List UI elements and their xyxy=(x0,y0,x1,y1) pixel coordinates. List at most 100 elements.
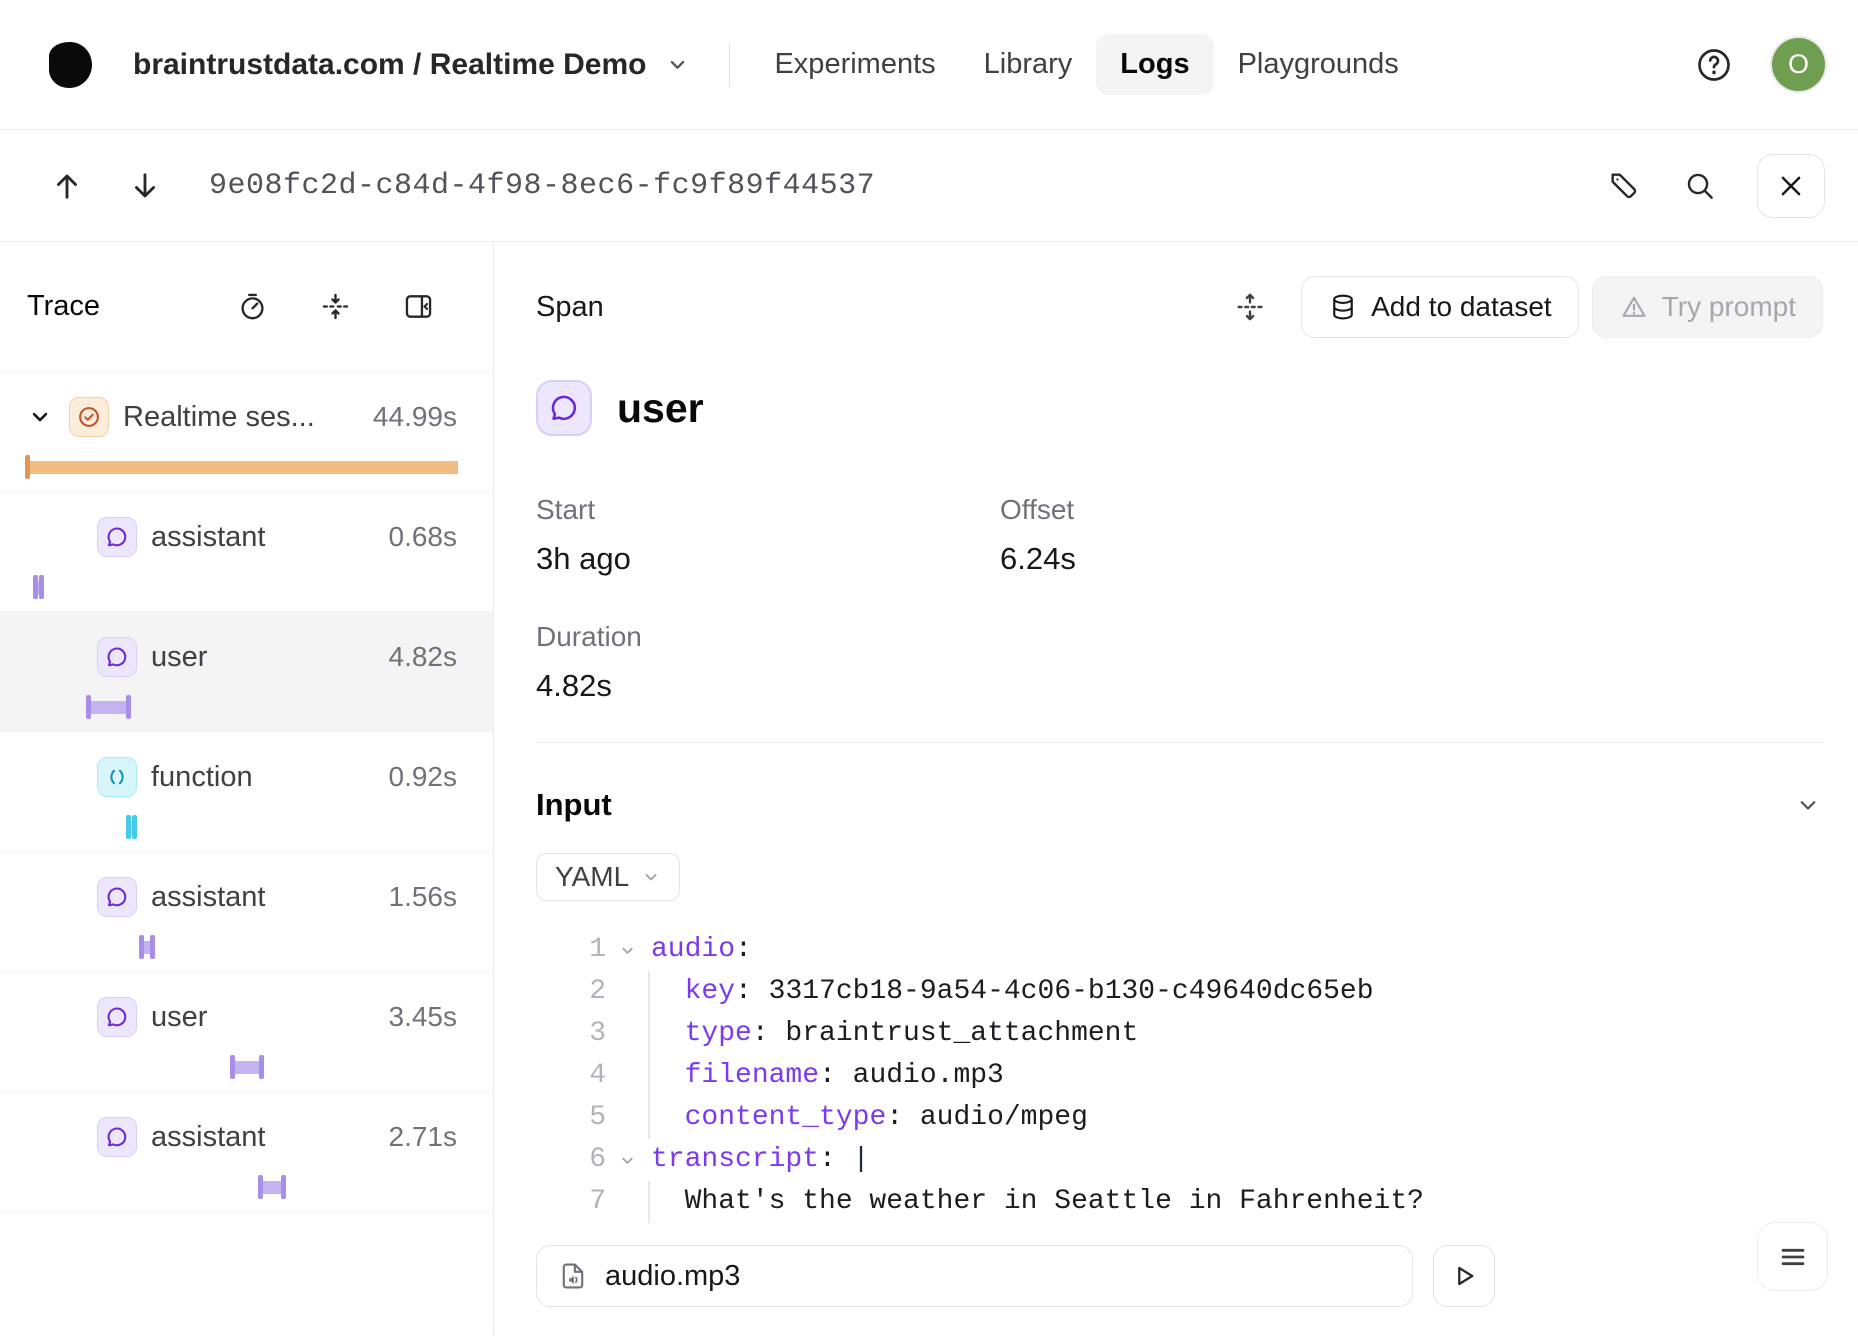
timing-toggle-button[interactable] xyxy=(235,290,269,324)
trace-toolbar: 9e08fc2d-c84d-4f98-8ec6-fc9f89f44537 xyxy=(0,130,1858,242)
line-number: 5 xyxy=(536,1097,606,1139)
panel-left-icon xyxy=(402,290,435,323)
code-text: What's the weather in Seattle in Fahrenh… xyxy=(648,1181,1424,1223)
timeline-bar xyxy=(25,455,458,479)
panel-layout-button[interactable] xyxy=(401,290,435,324)
field-duration: Duration4.82s xyxy=(536,621,1000,704)
stopwatch-icon xyxy=(236,290,269,323)
field-label: Offset xyxy=(1000,494,1823,526)
field-label: Duration xyxy=(536,621,1000,653)
previous-trace-button[interactable] xyxy=(45,164,89,208)
code-line-4: 4 filename: audio.mp3 xyxy=(536,1055,1823,1097)
span-label: assistant xyxy=(151,1121,265,1154)
avatar[interactable]: O xyxy=(1772,38,1825,91)
timeline-bar xyxy=(139,935,155,959)
format-select[interactable]: YAML xyxy=(536,853,680,901)
span-duration: 3.45s xyxy=(389,1001,458,1033)
add-to-dataset-button[interactable]: Add to dataset xyxy=(1301,276,1579,338)
help-icon[interactable] xyxy=(1694,45,1734,85)
hamburger-menu-icon xyxy=(1776,1240,1810,1274)
collapse-all-button[interactable] xyxy=(318,290,352,324)
format-select-value: YAML xyxy=(555,861,629,893)
trace-row-user[interactable]: user3.45s xyxy=(0,972,493,1092)
trace-row-assistant[interactable]: assistant1.56s xyxy=(0,852,493,972)
code-text: audio: xyxy=(648,929,752,971)
span-label: user xyxy=(151,641,207,674)
nav-tab-library[interactable]: Library xyxy=(960,34,1097,95)
fold-chevron-icon xyxy=(618,1151,637,1170)
nav-tabs: ExperimentsLibraryLogsPlaygrounds xyxy=(750,34,1422,95)
span-label: function xyxy=(151,761,253,794)
collapse-vertical-icon xyxy=(319,290,352,323)
add-to-dataset-label: Add to dataset xyxy=(1371,291,1552,323)
chat-bubble-icon xyxy=(104,884,130,910)
database-icon xyxy=(1328,292,1358,322)
line-number: 4 xyxy=(536,1055,606,1097)
app-window: braintrustdata.com / Realtime Demo Exper… xyxy=(0,0,1858,1336)
span-metadata: Start3h agoOffset6.24sDuration4.82s xyxy=(536,494,1823,704)
line-number: 1 xyxy=(536,929,606,971)
project-breadcrumb[interactable]: braintrustdata.com / Realtime Demo xyxy=(133,48,691,82)
chat-bubble-icon xyxy=(536,380,592,436)
nav-divider xyxy=(729,43,730,87)
parentheses-icon xyxy=(104,764,130,790)
line-number: 2 xyxy=(536,971,606,1013)
field-label: Start xyxy=(536,494,1000,526)
trace-sidebar: Trace xyxy=(0,242,494,1335)
span-panel-title: Span xyxy=(536,291,604,324)
braintrust-logo-icon[interactable] xyxy=(37,35,101,95)
expand-panel-button[interactable] xyxy=(1233,290,1267,324)
span-panel: Span Add to dataset xyxy=(494,242,1858,1335)
trace-row-function[interactable]: function 0.92s xyxy=(0,732,493,852)
trace-tree: Realtime ses...44.99sassistant0.68suser4… xyxy=(0,372,493,1212)
yaml-code-block: 1audio:2 key: 3317cb18-9a54-4c06-b130-c4… xyxy=(536,929,1823,1223)
warning-triangle-icon xyxy=(1619,292,1649,322)
trace-row-assistant[interactable]: assistant0.68s xyxy=(0,492,493,612)
timeline-bar xyxy=(258,1175,286,1199)
next-trace-button[interactable] xyxy=(123,164,167,208)
chat-span-icon xyxy=(97,637,137,677)
code-text: transcript: | xyxy=(648,1139,869,1181)
fold-toggle[interactable] xyxy=(606,1139,648,1181)
tag-button[interactable] xyxy=(1605,167,1643,205)
trace-row-realtime-ses-[interactable]: Realtime ses...44.99s xyxy=(0,372,493,492)
expand-row-chevron[interactable] xyxy=(27,404,53,430)
fold-toggle[interactable] xyxy=(606,929,648,971)
fold-chevron-icon xyxy=(618,941,637,960)
trace-row-assistant[interactable]: assistant 2.71s xyxy=(0,1092,493,1212)
chevron-down-icon xyxy=(641,867,661,887)
search-icon xyxy=(1683,169,1717,203)
chat-span-icon xyxy=(97,877,137,917)
code-options-button[interactable] xyxy=(1757,1222,1828,1291)
code-line-3: 3 type: braintrust_attachment xyxy=(536,1013,1823,1055)
top-nav: braintrustdata.com / Realtime Demo Exper… xyxy=(0,0,1858,130)
chat-span-icon xyxy=(97,997,137,1037)
close-trace-button[interactable] xyxy=(1757,154,1825,218)
attachment-filename: audio.mp3 xyxy=(605,1260,740,1293)
nav-tab-logs[interactable]: Logs xyxy=(1096,34,1213,95)
search-button[interactable] xyxy=(1681,167,1719,205)
tag-icon xyxy=(1607,169,1641,203)
span-duration: 0.92s xyxy=(389,761,458,793)
code-text: key: 3317cb18-9a54-4c06-b130-c49640dc65e… xyxy=(648,971,1374,1013)
project-breadcrumb-label: braintrustdata.com / Realtime Demo xyxy=(133,48,646,82)
nav-right: O xyxy=(1694,38,1825,91)
field-value: 6.24s xyxy=(1000,541,1823,577)
trace-row-user[interactable]: user4.82s xyxy=(0,612,493,732)
collapse-input-chevron-icon[interactable] xyxy=(1793,790,1823,820)
span-duration: 0.68s xyxy=(389,521,458,553)
audio-attachment-chip[interactable]: audio.mp3 xyxy=(536,1245,1413,1307)
nav-tab-experiments[interactable]: Experiments xyxy=(750,34,959,95)
timeline-bar xyxy=(86,695,131,719)
code-text: content_type: audio/mpeg xyxy=(648,1097,1088,1139)
play-audio-button[interactable] xyxy=(1433,1245,1495,1307)
trace-id: 9e08fc2d-c84d-4f98-8ec6-fc9f89f44537 xyxy=(209,169,875,203)
close-icon xyxy=(1776,171,1806,201)
span-duration: 2.71s xyxy=(389,1121,458,1153)
fold-toggle xyxy=(606,1055,648,1097)
try-prompt-button[interactable]: Try prompt xyxy=(1592,276,1823,338)
code-line-2: 2 key: 3317cb18-9a54-4c06-b130-c49640dc6… xyxy=(536,971,1823,1013)
fold-toggle xyxy=(606,1181,648,1223)
nav-tab-playgrounds[interactable]: Playgrounds xyxy=(1214,34,1423,95)
timeline-bar xyxy=(33,575,44,599)
